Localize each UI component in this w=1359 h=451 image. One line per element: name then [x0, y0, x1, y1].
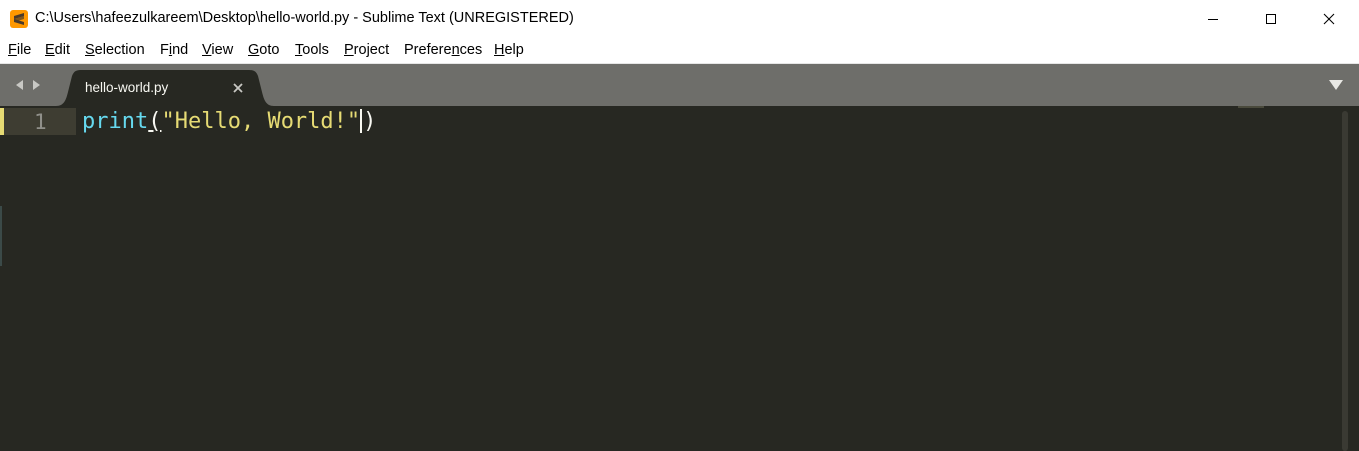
edge-decoration [0, 206, 2, 266]
minimize-button[interactable] [1184, 0, 1242, 38]
tab-close-icon[interactable] [231, 81, 245, 95]
tab-bar: hello-world.py [0, 64, 1359, 106]
code-line[interactable]: print("Hello, World!") [82, 109, 376, 135]
minimap[interactable] [1238, 106, 1264, 108]
text-cursor [360, 109, 363, 133]
menu-find[interactable]: Find [160, 42, 188, 58]
sublime-text-icon [10, 10, 28, 28]
tab-scroll-right-icon[interactable] [32, 79, 42, 91]
tab-scroll-left-icon[interactable] [14, 79, 24, 91]
menu-preferences[interactable]: Preferences [404, 42, 482, 58]
tab-hello-world[interactable]: hello-world.py [56, 70, 274, 106]
vertical-scrollbar[interactable] [1342, 111, 1348, 451]
title-bar: C:\Users\hafeezulkareem\Desktop\hello-wo… [0, 0, 1359, 38]
maximize-button[interactable] [1242, 0, 1300, 38]
close-icon [1323, 13, 1335, 25]
menu-tools[interactable]: Tools [295, 42, 329, 58]
menu-selection[interactable]: Selection [85, 42, 145, 58]
menu-edit[interactable]: Edit [45, 42, 70, 58]
maximize-icon [1266, 14, 1276, 24]
menu-view[interactable]: View [202, 42, 233, 58]
menu-help[interactable]: Help [494, 42, 524, 58]
menu-goto[interactable]: Goto [248, 42, 279, 58]
modified-line-marker [0, 108, 4, 135]
window-title: C:\Users\hafeezulkareem\Desktop\hello-wo… [35, 10, 574, 26]
menu-bar: File Edit Selection Find View Goto Tools… [0, 38, 1359, 64]
close-button[interactable] [1300, 0, 1358, 38]
token-string: "Hello, World!" [161, 109, 361, 134]
menu-project[interactable]: Project [344, 42, 389, 58]
tab-label: hello-world.py [85, 80, 169, 95]
token-function: print [82, 109, 149, 134]
line-number: 1 [34, 110, 47, 134]
tab-menu-icon[interactable] [1328, 79, 1344, 91]
token-open-paren: ( [148, 109, 162, 134]
editor-pane[interactable]: 1 print("Hello, World!") [0, 106, 1359, 451]
token-close-paren: ) [363, 109, 377, 134]
menu-file[interactable]: File [8, 42, 31, 58]
minimize-icon [1208, 19, 1218, 20]
